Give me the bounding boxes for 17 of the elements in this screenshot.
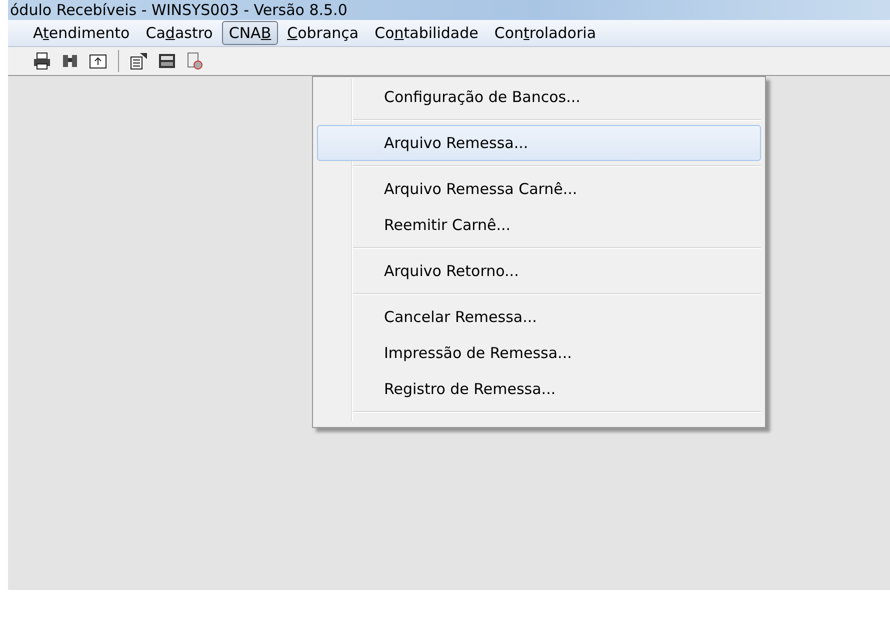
menu-item[interactable]: Arquivo Remessa... xyxy=(317,125,761,161)
menu-item[interactable]: Arquivo Remessa Carnê... xyxy=(317,171,761,207)
menu-item[interactable]: Impressão de Remessa... xyxy=(317,335,761,371)
menu-item[interactable]: Configuração de Bancos... xyxy=(317,79,761,115)
menu-item[interactable]: Cancelar Remessa... xyxy=(317,299,761,335)
menu-item[interactable]: Reemitir Carnê... xyxy=(317,207,761,243)
properties-icon[interactable] xyxy=(129,51,149,71)
printer-icon[interactable] xyxy=(32,51,52,71)
menu-item[interactable]: Atendimento xyxy=(26,21,137,45)
menu-item[interactable]: CNAB xyxy=(222,21,278,45)
menu-item[interactable]: Registro de Remessa... xyxy=(317,371,761,407)
window-title: ódulo Recebíveis - WINSYS003 - Versão 8.5.0 xyxy=(9,1,348,19)
menu-item[interactable]: Cadastro xyxy=(138,21,220,45)
menu-item[interactable]: Cobrança xyxy=(280,21,366,45)
menu-item[interactable]: Contabilidade xyxy=(368,21,486,45)
menu-item[interactable]: Controladoria xyxy=(487,21,604,45)
menu-item[interactable]: Arquivo Retorno... xyxy=(317,253,761,289)
